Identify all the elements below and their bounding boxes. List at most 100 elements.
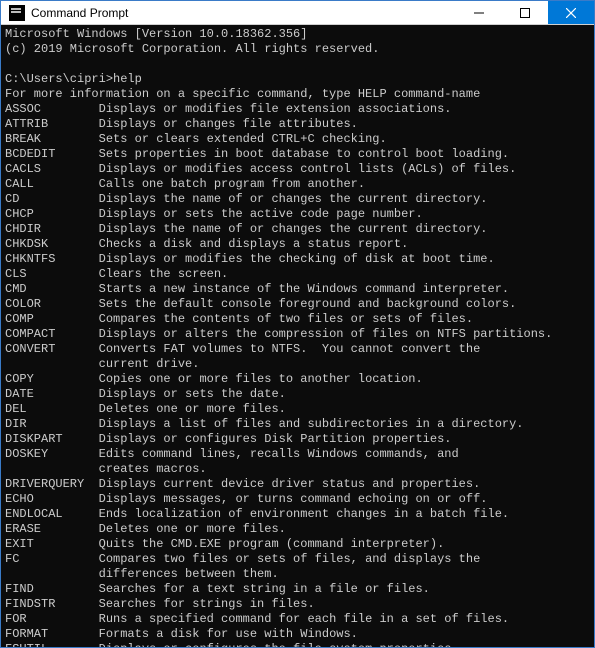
command-name: CMD (5, 282, 99, 296)
help-entry: CALL Calls one batch program from anothe… (5, 177, 365, 191)
command-desc: Displays or modifies file extension asso… (99, 102, 452, 116)
help-entry: DEL Deletes one or more files. (5, 402, 286, 416)
help-entry: ASSOC Displays or modifies file extensio… (5, 102, 451, 116)
command-name: FIND (5, 582, 99, 596)
command-name: CD (5, 192, 99, 206)
command-name: DOSKEY (5, 447, 99, 461)
command-name: DATE (5, 387, 99, 401)
command-name: CACLS (5, 162, 99, 176)
command-name: CHKNTFS (5, 252, 99, 266)
typed-command: help (113, 72, 142, 86)
command-name: ATTRIB (5, 117, 99, 131)
help-entry: CD Displays the name of or changes the c… (5, 192, 488, 206)
command-desc: Displays or sets the date. (99, 387, 286, 401)
help-entry: EXIT Quits the CMD.EXE program (command … (5, 537, 444, 551)
close-button[interactable] (548, 1, 594, 24)
help-entry: DOSKEY Edits command lines, recalls Wind… (5, 447, 459, 461)
command-desc: Displays or configures Disk Partition pr… (99, 432, 452, 446)
command-desc: Converts FAT volumes to NTFS. You cannot… (99, 342, 481, 356)
command-name: DEL (5, 402, 99, 416)
help-entry: COMP Compares the contents of two files … (5, 312, 473, 326)
command-name: DIR (5, 417, 99, 431)
minimize-button[interactable] (456, 1, 502, 24)
maximize-button[interactable] (502, 1, 548, 24)
command-desc: Quits the CMD.EXE program (command inter… (99, 537, 445, 551)
cmd-icon (9, 5, 25, 21)
help-entry: ENDLOCAL Ends localization of environmen… (5, 507, 509, 521)
prompt-line: C:\Users\cipri>help (5, 72, 142, 86)
help-entry: FC Compares two files or sets of files, … (5, 552, 480, 566)
help-entry: CHCP Displays or sets the active code pa… (5, 207, 423, 221)
command-name: FOR (5, 612, 99, 626)
help-entry: CHDIR Displays the name of or changes th… (5, 222, 488, 236)
help-entry: COPY Copies one or more files to another… (5, 372, 423, 386)
command-name: EXIT (5, 537, 99, 551)
help-entry: CMD Starts a new instance of the Windows… (5, 282, 509, 296)
command-desc: Clears the screen. (99, 267, 229, 281)
banner-line: Microsoft Windows [Version 10.0.18362.35… (5, 27, 307, 41)
help-entry: CACLS Displays or modifies access contro… (5, 162, 516, 176)
prompt-path: C:\Users\cipri> (5, 72, 113, 86)
command-desc: Deletes one or more files. (99, 402, 286, 416)
help-entry: FINDSTR Searches for strings in files. (5, 597, 315, 611)
command-desc: Displays or modifies the checking of dis… (99, 252, 495, 266)
help-entry: ATTRIB Displays or changes file attribut… (5, 117, 358, 131)
help-entry: DIR Displays a list of files and subdire… (5, 417, 524, 431)
command-desc: Formats a disk for use with Windows. (99, 627, 358, 641)
help-entry: CLS Clears the screen. (5, 267, 228, 281)
help-entry: ECHO Displays messages, or turns command… (5, 492, 488, 506)
help-entry: CONVERT Converts FAT volumes to NTFS. Yo… (5, 342, 480, 356)
command-name: FSUTIL (5, 642, 99, 647)
help-entry: BCDEDIT Sets properties in boot database… (5, 147, 509, 161)
command-desc: Compares two files or sets of files, and… (99, 552, 481, 566)
titlebar[interactable]: Command Prompt (1, 1, 594, 25)
help-entry: FSUTIL Displays or configures the file s… (5, 642, 459, 647)
help-entry: FIND Searches for a text string in a fil… (5, 582, 430, 596)
command-desc: Displays or changes file attributes. (99, 117, 358, 131)
window-title: Command Prompt (31, 6, 456, 20)
command-desc: Displays a list of files and subdirector… (99, 417, 524, 431)
command-desc: Starts a new instance of the Windows com… (99, 282, 509, 296)
command-name: BREAK (5, 132, 99, 146)
command-desc-cont: creates macros. (5, 462, 207, 476)
command-name: COLOR (5, 297, 99, 311)
command-name: BCDEDIT (5, 147, 99, 161)
command-desc: Displays or modifies access control list… (99, 162, 517, 176)
command-name: FINDSTR (5, 597, 99, 611)
terminal-output[interactable]: Microsoft Windows [Version 10.0.18362.35… (1, 25, 594, 647)
command-name: CALL (5, 177, 99, 191)
help-entry: BREAK Sets or clears extended CTRL+C che… (5, 132, 387, 146)
command-desc-cont: differences between them. (5, 567, 279, 581)
command-name: FORMAT (5, 627, 99, 641)
help-entry: DRIVERQUERY Displays current device driv… (5, 477, 480, 491)
help-entry: DATE Displays or sets the date. (5, 387, 286, 401)
command-name: CHDIR (5, 222, 99, 236)
command-desc: Copies one or more files to another loca… (99, 372, 423, 386)
help-entry: FORMAT Formats a disk for use with Windo… (5, 627, 358, 641)
command-desc: Runs a specified command for each file i… (99, 612, 509, 626)
command-desc: Displays or alters the compression of fi… (99, 327, 553, 341)
command-name: ASSOC (5, 102, 99, 116)
command-desc: Sets or clears extended CTRL+C checking. (99, 132, 387, 146)
command-desc: Compares the contents of two files or se… (99, 312, 473, 326)
command-name: CHKDSK (5, 237, 99, 251)
help-entry: DISKPART Displays or configures Disk Par… (5, 432, 451, 446)
command-desc: Displays the name of or changes the curr… (99, 222, 488, 236)
command-name: COMP (5, 312, 99, 326)
help-entry: CHKDSK Checks a disk and displays a stat… (5, 237, 408, 251)
command-name: FC (5, 552, 99, 566)
command-name: ERASE (5, 522, 99, 536)
help-entry: COLOR Sets the default console foregroun… (5, 297, 516, 311)
command-desc: Displays or sets the active code page nu… (99, 207, 423, 221)
help-entry: COMPACT Displays or alters the compressi… (5, 327, 552, 341)
command-desc: Calls one batch program from another. (99, 177, 365, 191)
command-name: CONVERT (5, 342, 99, 356)
command-desc: Deletes one or more files. (99, 522, 286, 536)
help-entry: CHKNTFS Displays or modifies the checkin… (5, 252, 495, 266)
command-name: CHCP (5, 207, 99, 221)
window-controls (456, 1, 594, 24)
command-desc: Sets the default console foreground and … (99, 297, 517, 311)
command-desc: Searches for strings in files. (99, 597, 315, 611)
command-name: CLS (5, 267, 99, 281)
command-desc-cont: current drive. (5, 357, 199, 371)
